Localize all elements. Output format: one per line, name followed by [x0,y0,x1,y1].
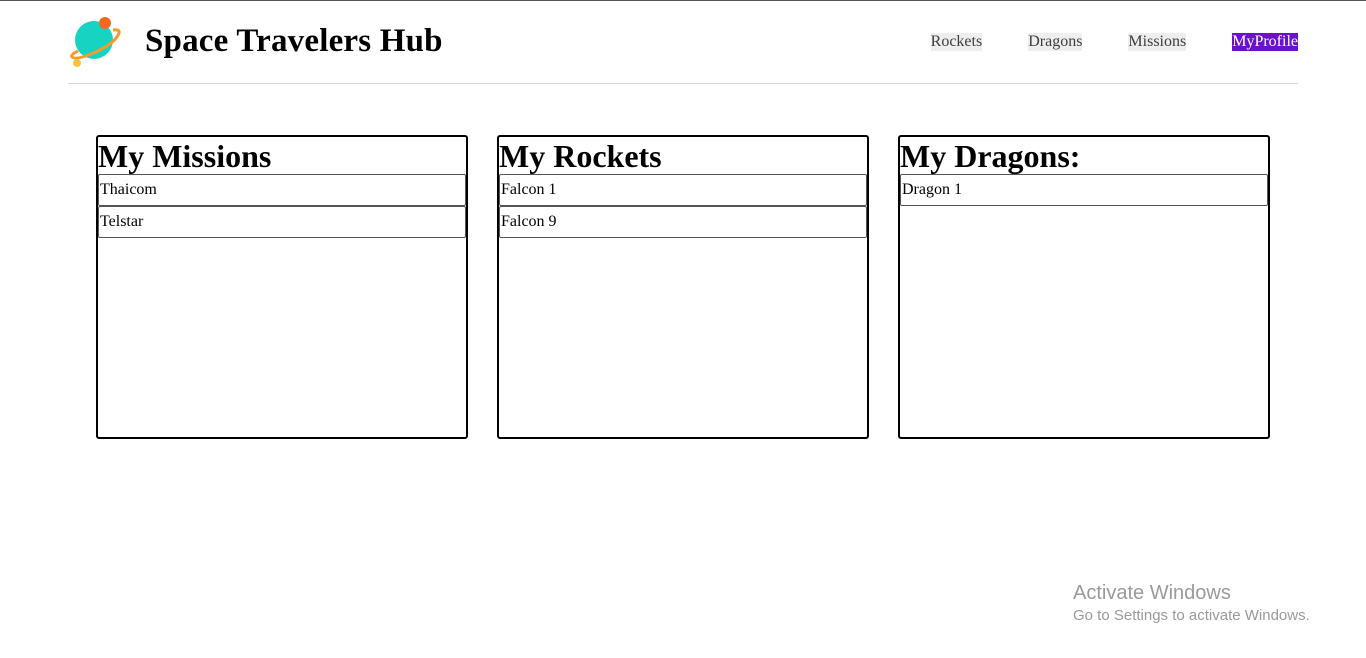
list-item: Falcon 1 [499,174,867,206]
list-item: Thaicom [98,174,466,206]
my-dragons-title: My Dragons: [900,138,1081,174]
my-missions-panel: My Missions Thaicom Telstar [96,135,468,439]
profile-panels: My Missions Thaicom Telstar My Rockets F… [96,135,1270,439]
site-header: Space Travelers Hub Rockets Dragons Miss… [68,1,1298,84]
list-item: Dragon 1 [900,174,1268,206]
my-rockets-title: My Rockets [499,138,662,174]
my-dragons-list: Dragon 1 [900,174,1268,206]
my-dragons-panel: My Dragons: Dragon 1 [898,135,1270,439]
planet-icon[interactable] [68,15,122,69]
list-item: Telstar [98,206,466,238]
my-missions-title: My Missions [98,138,272,174]
watermark-title: Activate Windows [1073,582,1231,604]
my-rockets-list: Falcon 1 Falcon 9 [499,174,867,238]
watermark-subtitle: Go to Settings to activate Windows. [1073,607,1310,624]
site-title: Space Travelers Hub [145,23,443,59]
nav-link-myprofile[interactable]: MyProfile [1232,32,1298,51]
my-missions-list: Thaicom Telstar [98,174,466,238]
nav-link-rockets[interactable]: Rockets [930,32,983,51]
windows-activation-watermark: Activate Windows Go to Settings to activ… [1073,581,1310,627]
list-item: Falcon 9 [499,206,867,238]
nav-link-dragons[interactable]: Dragons [1028,32,1083,51]
nav-link-missions[interactable]: Missions [1128,32,1187,51]
main-nav: Rockets Dragons Missions MyProfile [930,32,1298,51]
my-rockets-panel: My Rockets Falcon 1 Falcon 9 [497,135,869,439]
